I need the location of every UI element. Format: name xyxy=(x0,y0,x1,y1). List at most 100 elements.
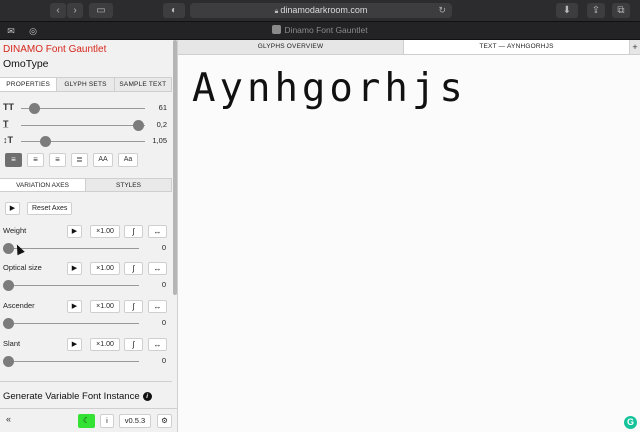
privacy-icon[interactable]: ◐ xyxy=(163,3,185,18)
address-bar[interactable]: 🔒︎ dinamodarkroom.com ↻ xyxy=(190,3,452,18)
reset-axes-button[interactable]: Reset Axes xyxy=(27,202,73,215)
preview-text[interactable]: Aynhgorhjs xyxy=(192,66,467,111)
rate-button[interactable]: ×1.00 xyxy=(90,225,120,238)
browser-toolbar: ‹ › ▭ ◐ 🔒︎ dinamodarkroom.com ↻ ⬇ ⇪ ⧉ xyxy=(0,0,640,22)
align-right-icon[interactable]: ≡ xyxy=(49,153,66,167)
font-size-icon: TT xyxy=(3,102,14,112)
rate-button[interactable]: ×1.00 xyxy=(90,338,120,351)
axis-slant: Slant ▶ ×1.00 ∫ ↔ 0 xyxy=(0,338,172,374)
easing-icon[interactable]: ∫ xyxy=(124,300,143,313)
justify-icon[interactable]: ≣ xyxy=(71,153,88,167)
axis-value: 0 xyxy=(161,243,166,252)
bounce-icon[interactable]: ↔ xyxy=(148,338,167,351)
axis-weight: Weight ▶ ×1.00 ∫ ↔ 0 xyxy=(0,225,172,261)
generate-label: Generate Variable Font Instance xyxy=(3,391,140,402)
forward-icon[interactable]: › xyxy=(67,3,83,18)
play-all-icon[interactable]: ▶ xyxy=(5,202,20,215)
axis-handle[interactable] xyxy=(3,243,14,254)
reload-icon[interactable]: ↻ xyxy=(438,3,446,18)
sidebar-panel: DINAMO Font Gauntlet OmoType PROPERTIES … xyxy=(0,40,178,432)
axis-track[interactable] xyxy=(8,361,139,362)
play-icon[interactable]: ▶ xyxy=(67,338,82,351)
grammarly-icon[interactable]: G xyxy=(624,416,637,429)
browser-tab-title[interactable]: Dinamo Font Gauntlet xyxy=(0,25,640,35)
rate-button[interactable]: ×1.00 xyxy=(90,300,120,313)
bounce-icon[interactable]: ↔ xyxy=(148,225,167,238)
rate-button[interactable]: ×1.00 xyxy=(90,262,120,275)
axis-label: Slant xyxy=(3,339,21,348)
downloads-icon[interactable]: ⬇ xyxy=(556,3,578,18)
sidebar-footer: « ☾ i v0.5.3 ⚙ xyxy=(0,408,177,432)
app-title: DINAMO Font Gauntlet xyxy=(3,44,107,55)
slider-handle[interactable] xyxy=(29,103,40,114)
tab-glyphs-overview[interactable]: GLYPHS OVERVIEW xyxy=(178,40,404,54)
axis-value: 0 xyxy=(161,356,166,365)
axis-label: Weight xyxy=(3,226,27,235)
titlecase-button[interactable]: Aa xyxy=(118,153,138,167)
align-center-icon[interactable]: ≡ xyxy=(27,153,44,167)
share-icon[interactable]: ⇪ xyxy=(587,3,605,18)
axes-tabs: VARIATION AXES STYLES xyxy=(0,178,172,192)
play-icon[interactable]: ▶ xyxy=(67,225,82,238)
axis-label: Ascender xyxy=(3,301,35,310)
slider-track[interactable] xyxy=(21,125,145,126)
line-height-value: 1,05 xyxy=(152,136,167,145)
tab-text-sample[interactable]: TEXT — AYNHGORHJS xyxy=(404,40,630,54)
tracking-icon: T̲ xyxy=(3,119,9,129)
lock-icon: 🔒︎ xyxy=(274,8,279,15)
font-name[interactable]: OmoType xyxy=(3,58,49,70)
tab-properties[interactable]: PROPERTIES xyxy=(0,78,58,91)
axis-optical-size: Optical size ▶ ×1.00 ∫ ↔ 0 xyxy=(0,262,172,298)
tabs-overview-icon[interactable]: ⧉ xyxy=(612,3,630,18)
play-icon[interactable]: ▶ xyxy=(67,300,82,313)
tracking-slider[interactable]: T̲ 0,2 xyxy=(3,119,169,131)
tracking-value: 0,2 xyxy=(156,120,167,129)
line-height-slider[interactable]: ↕T 1,05 xyxy=(3,135,169,147)
bounce-icon[interactable]: ↔ xyxy=(148,300,167,313)
uppercase-button[interactable]: AA xyxy=(93,153,113,167)
axis-ascender: Ascender ▶ ×1.00 ∫ ↔ 0 xyxy=(0,300,172,336)
generate-instance-section[interactable]: Generate Variable Font Instance i xyxy=(0,381,172,411)
tab-variation-axes[interactable]: VARIATION AXES xyxy=(0,179,86,191)
version-badge[interactable]: v0.5.3 xyxy=(119,414,151,428)
url-text: dinamodarkroom.com xyxy=(280,5,368,15)
axis-value: 0 xyxy=(161,280,166,289)
axis-handle[interactable] xyxy=(3,318,14,329)
axis-label: Optical size xyxy=(3,263,42,272)
sidebar-scrollbar[interactable] xyxy=(173,40,177,295)
font-size-value: 61 xyxy=(158,103,167,112)
collapse-sidebar-icon[interactable]: « xyxy=(3,414,14,426)
easing-icon[interactable]: ∫ xyxy=(124,262,143,275)
back-icon[interactable]: ‹ xyxy=(50,3,66,18)
easing-icon[interactable]: ∫ xyxy=(124,225,143,238)
axis-handle[interactable] xyxy=(3,280,14,291)
bounce-icon[interactable]: ↔ xyxy=(148,262,167,275)
site-favicon-icon xyxy=(272,25,282,34)
easing-icon[interactable]: ∫ xyxy=(124,338,143,351)
sidebar-toggle-icon[interactable]: ▭ xyxy=(89,3,113,18)
tab-strip: ✉ ◎ Dinamo Font Gauntlet xyxy=(0,22,640,40)
add-tab-icon[interactable]: + xyxy=(630,40,640,54)
axis-value: 0 xyxy=(161,318,166,327)
info-button[interactable]: i xyxy=(100,414,114,428)
settings-icon[interactable]: ⚙ xyxy=(157,414,172,428)
axis-track[interactable] xyxy=(8,285,139,286)
font-size-slider[interactable]: TT 61 xyxy=(3,102,169,114)
slider-handle[interactable] xyxy=(133,120,144,131)
main-tabs: GLYPHS OVERVIEW TEXT — AYNHGORHJS + xyxy=(178,40,640,55)
axis-track[interactable] xyxy=(8,323,139,324)
info-icon[interactable]: i xyxy=(142,392,152,401)
main-panel: GLYPHS OVERVIEW TEXT — AYNHGORHJS + Aynh… xyxy=(178,40,640,432)
slider-handle[interactable] xyxy=(40,136,51,147)
line-height-icon: ↕T xyxy=(3,135,13,145)
dark-mode-toggle-icon[interactable]: ☾ xyxy=(78,414,95,428)
alignment-toolbar: ≡ ≡ ≡ ≣ AA Aa xyxy=(5,153,138,167)
tab-sample-text[interactable]: SAMPLE TEXT xyxy=(114,78,172,91)
axis-track[interactable] xyxy=(8,248,139,249)
tab-glyph-sets[interactable]: GLYPH SETS xyxy=(57,78,115,91)
tab-styles[interactable]: STYLES xyxy=(86,179,172,191)
play-icon[interactable]: ▶ xyxy=(67,262,82,275)
tab-title-text: Dinamo Font Gauntlet xyxy=(284,25,368,35)
axis-handle[interactable] xyxy=(3,356,14,367)
align-left-icon[interactable]: ≡ xyxy=(5,153,22,167)
